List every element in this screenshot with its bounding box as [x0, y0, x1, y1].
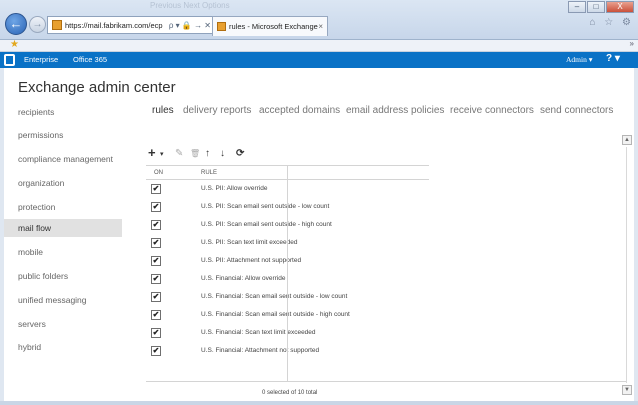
rule-name: U.S. PII: Scan text limit exceeded [201, 239, 298, 246]
sidebar-item-organization[interactable]: organization [4, 174, 122, 192]
column-on-header[interactable]: ON [154, 170, 163, 176]
close-window-button[interactable]: X [606, 1, 634, 13]
tab-accepted-domains[interactable]: accepted domains [259, 105, 340, 116]
favorites-bar: ★ » [0, 39, 638, 52]
details-pane-divider [287, 165, 288, 381]
rule-enabled-checkbox[interactable]: ✔ [151, 238, 161, 248]
browser-tools-icons[interactable]: ⌂ ☆ ⚙ [589, 17, 634, 28]
add-icon[interactable]: + [148, 145, 156, 160]
address-controls[interactable]: ρ ▾ 🔒 → ✕ [169, 21, 213, 30]
move-up-icon[interactable]: ↑ [205, 148, 210, 159]
tab-receive-connectors[interactable]: receive connectors [450, 105, 534, 116]
exchange-top-bar: Enterprise Office 365 Admin ▾ ? ▾ [0, 52, 638, 68]
table-footer-line [146, 381, 626, 382]
office-logo-icon [4, 54, 15, 66]
rule-name: U.S. Financial: Attachment not supported [201, 347, 320, 354]
rule-name: U.S. Financial: Scan email sent outside … [201, 311, 350, 318]
office365-link[interactable]: Office 365 [73, 55, 107, 64]
maximize-button[interactable]: □ [587, 1, 605, 13]
selection-status: 0 selected of 10 total [262, 390, 318, 396]
rule-enabled-checkbox[interactable]: ✔ [151, 220, 161, 230]
rule-name: U.S. PII: Allow override [201, 185, 268, 192]
refresh-icon[interactable]: ⟳ [236, 148, 244, 159]
window-bottom-frame [0, 401, 638, 405]
scrollbar[interactable] [626, 147, 627, 383]
help-menu[interactable]: ? ▾ [606, 53, 620, 64]
scroll-down-button[interactable]: ▼ [622, 385, 632, 395]
tab-delivery-reports[interactable]: delivery reports [183, 105, 251, 116]
enterprise-link[interactable]: Enterprise [24, 55, 58, 64]
page-title: Exchange admin center [18, 79, 176, 96]
column-rule-header[interactable]: RULE [201, 170, 217, 176]
sidebar-item-protection[interactable]: protection [4, 198, 122, 216]
move-down-icon[interactable]: ↓ [220, 148, 225, 159]
sidebar-item-compliance-management[interactable]: compliance management [4, 150, 122, 168]
rule-enabled-checkbox[interactable]: ✔ [151, 184, 161, 194]
rule-enabled-checkbox[interactable]: ✔ [151, 292, 161, 302]
scroll-up-button[interactable]: ▲ [622, 135, 632, 145]
tab-close-icon[interactable]: × [318, 22, 327, 31]
delete-icon[interactable]: 🗑 [190, 149, 200, 158]
rule-enabled-checkbox[interactable]: ✔ [151, 310, 161, 320]
minimize-button[interactable]: – [568, 1, 586, 13]
tab-favicon-icon [217, 22, 226, 31]
forward-arrow-icon: → [32, 19, 43, 30]
tab-email-address-policies[interactable]: email address policies [346, 105, 444, 116]
rule-enabled-checkbox[interactable]: ✔ [151, 202, 161, 212]
url-text[interactable]: https://mail.fabrikam.com/ecp [65, 21, 163, 30]
sidebar-item-unified-messaging[interactable]: unified messaging [4, 291, 122, 309]
tab-rules[interactable]: rules [152, 105, 174, 116]
forward-button[interactable]: → [29, 16, 46, 33]
tab-title: rules - Microsoft Exchange [229, 22, 318, 31]
rule-enabled-checkbox[interactable]: ✔ [151, 274, 161, 284]
tab-send-connectors[interactable]: send connectors [540, 105, 613, 116]
sidebar-item-recipients[interactable]: recipients [4, 103, 122, 121]
back-button[interactable]: ← [5, 13, 27, 35]
rule-name: U.S. PII: Scan email sent outside - high… [201, 221, 332, 228]
ghost-menu: Previous Next Options [150, 1, 230, 10]
back-arrow-icon: ← [9, 16, 23, 31]
favorites-chevron-icon[interactable]: » [630, 39, 634, 48]
rule-name: U.S. Financial: Scan email sent outside … [201, 293, 348, 300]
window-controls: – □ X [567, 1, 634, 13]
rule-enabled-checkbox[interactable]: ✔ [151, 328, 161, 338]
sidebar-item-servers[interactable]: servers [4, 315, 122, 333]
sidebar-item-mail-flow[interactable]: mail flow [4, 219, 122, 237]
rule-name: U.S. Financial: Scan text limit exceeded [201, 329, 316, 336]
sidebar-item-hybrid[interactable]: hybrid [4, 338, 122, 356]
rule-name: U.S. PII: Scan email sent outside - low … [201, 203, 330, 210]
sidebar-item-mobile[interactable]: mobile [4, 243, 122, 261]
rule-name: U.S. Financial: Allow override [201, 275, 286, 282]
address-bar[interactable]: https://mail.fabrikam.com/ecp ρ ▾ 🔒 → ✕ [47, 16, 214, 34]
rule-enabled-checkbox[interactable]: ✔ [151, 256, 161, 266]
sidebar-item-public-folders[interactable]: public folders [4, 267, 122, 285]
admin-menu[interactable]: Admin ▾ [566, 55, 592, 64]
edit-icon[interactable]: ✎ [175, 148, 183, 159]
browser-tab[interactable]: rules - Microsoft Exchange × [212, 16, 328, 36]
admin-center: Exchange admin center recipients permiss… [4, 68, 634, 405]
site-favicon-icon [52, 20, 62, 30]
browser-title-bar: Previous Next Options – □ X ← → https://… [0, 0, 638, 40]
rule-enabled-checkbox[interactable]: ✔ [151, 346, 161, 356]
favorites-star-icon[interactable]: ★ [10, 39, 19, 50]
add-dropdown-icon[interactable]: ▾ [160, 150, 164, 158]
sidebar-item-permissions[interactable]: permissions [4, 126, 122, 144]
